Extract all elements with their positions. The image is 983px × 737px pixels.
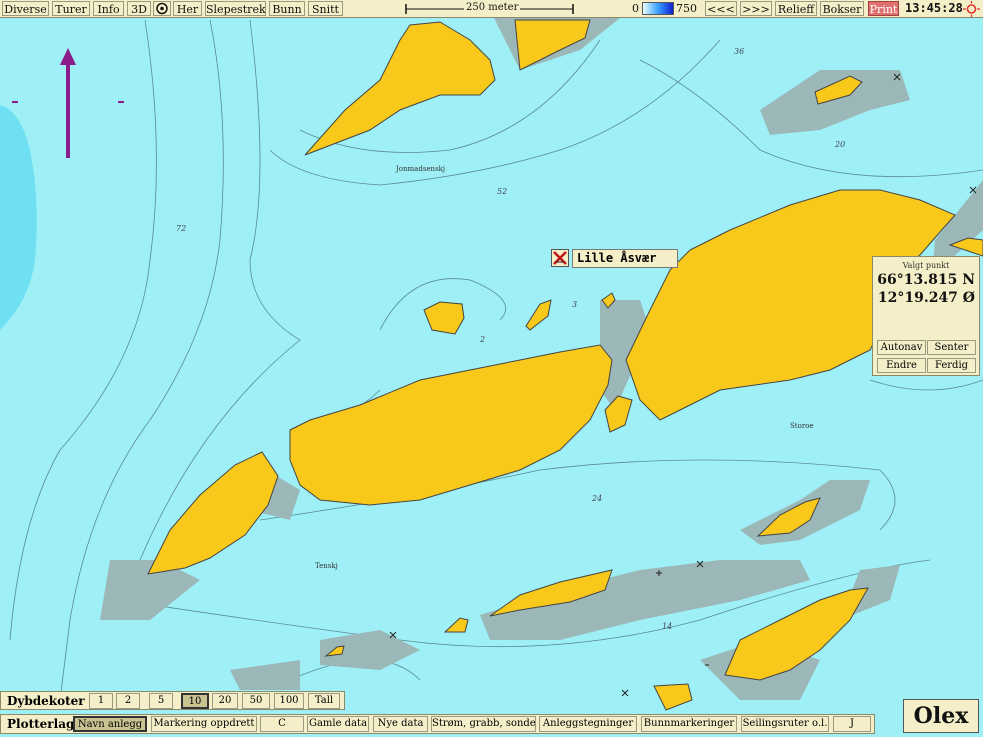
- depth-label: 36: [734, 47, 745, 56]
- endre-button[interactable]: Endre: [877, 358, 926, 373]
- previous-button[interactable]: <<<: [705, 1, 737, 16]
- turer-button[interactable]: Turer: [52, 1, 90, 16]
- next-button[interactable]: >>>: [740, 1, 772, 16]
- depth-option[interactable]: 100: [274, 693, 304, 709]
- layer-markering-oppdrett[interactable]: Markering oppdrett: [151, 716, 257, 732]
- depth-option[interactable]: 50: [242, 693, 270, 709]
- bunn-button[interactable]: Bunn: [269, 1, 305, 16]
- depth-color-scale[interactable]: [642, 2, 674, 15]
- depth-label: 3: [572, 300, 578, 309]
- depth-label: 14: [662, 622, 673, 631]
- depth-label: 52: [497, 187, 508, 196]
- plotter-layer-bar: Plotterlag Navn anlegg Markering oppdret…: [0, 714, 875, 734]
- depth-option-selected[interactable]: 10: [181, 693, 209, 709]
- depth-min-label: 0: [632, 2, 639, 15]
- marker-name-label[interactable]: Lille Åsvær: [572, 249, 678, 268]
- layer-bunnmarkeringer[interactable]: Bunnmarkeringer: [641, 716, 737, 732]
- relieff-button[interactable]: Relieff: [775, 1, 817, 16]
- layer-gamle-data[interactable]: Gamle data: [307, 716, 369, 732]
- layer-anleggstegninger[interactable]: Anleggstegninger: [539, 716, 637, 732]
- depth-max-label: 750: [676, 2, 697, 15]
- diverse-button[interactable]: Diverse: [2, 1, 49, 16]
- top-toolbar: Diverse Turer Info 3D Her Slepestrek Bun…: [0, 0, 983, 18]
- clock: 13:45:28: [905, 1, 963, 15]
- layer-nye-data[interactable]: Nye data: [373, 716, 428, 732]
- plot-bar-label: Plotterlag: [7, 717, 75, 731]
- depth-label: 24: [592, 494, 603, 503]
- depth-option[interactable]: 1: [89, 693, 113, 709]
- depth-bar-label: Dybdekoter: [7, 694, 85, 708]
- place-name: Jonmadsenskj: [396, 165, 446, 173]
- scale-label: 250 meter: [464, 2, 521, 13]
- depth-option[interactable]: 2: [116, 693, 140, 709]
- layer-j[interactable]: J: [833, 716, 871, 732]
- her-button[interactable]: Her: [173, 1, 202, 16]
- depth-contour-bar: Dybdekoter 1 2 5 10 20 50 100 Tall: [0, 691, 345, 710]
- depth-option[interactable]: 20: [212, 693, 238, 709]
- bokser-button[interactable]: Bokser: [820, 1, 864, 16]
- sun-icon[interactable]: [963, 1, 980, 17]
- layer-c[interactable]: C: [260, 716, 304, 732]
- info-button[interactable]: Info: [93, 1, 124, 16]
- depth-option[interactable]: Tall: [308, 693, 340, 709]
- place-name: Storoe: [790, 422, 814, 430]
- depth-label: 2: [480, 335, 486, 344]
- slepestrek-button[interactable]: Slepestrek: [205, 1, 266, 16]
- layer-navn-anlegg[interactable]: Navn anlegg: [73, 716, 147, 732]
- 3d-button[interactable]: 3D: [127, 1, 151, 16]
- depth-label: 20: [835, 140, 846, 149]
- panel-title: Valgt punkt: [902, 261, 950, 270]
- olex-logo: Olex: [903, 699, 979, 733]
- depth-option[interactable]: 5: [149, 693, 173, 709]
- ferdig-button[interactable]: Ferdig: [927, 358, 976, 373]
- chart-map[interactable]: [0, 0, 983, 737]
- selected-point-panel: Valgt punkt 66°13.815 N 12°19.247 Ø Auto…: [872, 256, 980, 376]
- layer-seilingsruter[interactable]: Seilingsruter o.l.: [741, 716, 829, 732]
- place-name: Tenskj: [315, 562, 338, 570]
- autonav-button[interactable]: Autonav: [877, 340, 926, 355]
- longitude-value: 12°19.247 Ø: [877, 290, 975, 306]
- print-button[interactable]: Print: [868, 1, 899, 16]
- delete-marker-icon[interactable]: [551, 249, 569, 267]
- snitt-button[interactable]: Snitt: [308, 1, 343, 16]
- layer-strom-grabb-sonde[interactable]: Strøm, grabb, sonde: [431, 716, 536, 732]
- target-icon[interactable]: [153, 1, 171, 16]
- depth-label: 72: [176, 224, 187, 233]
- latitude-value: 66°13.815 N: [877, 272, 975, 288]
- senter-button[interactable]: Senter: [927, 340, 976, 355]
